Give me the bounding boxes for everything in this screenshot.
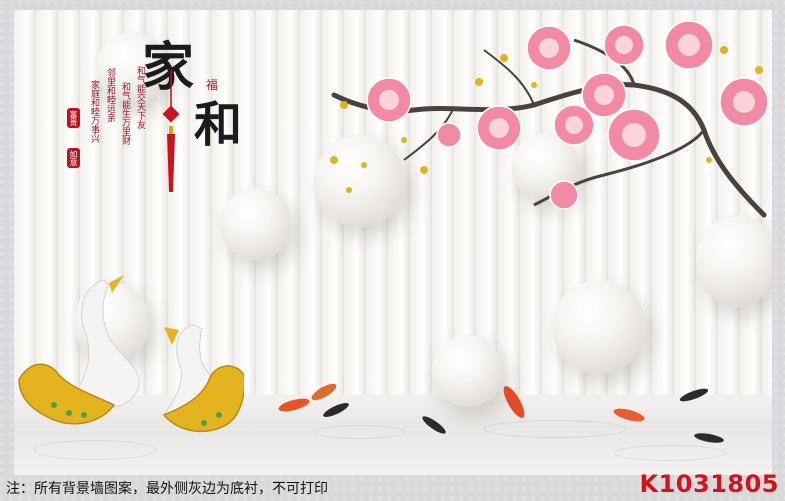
sphere (552, 280, 646, 374)
poem-line: 和气能交天下友 (135, 66, 145, 129)
poem-line: 家庭和睦万事兴 (89, 80, 99, 143)
printing-note: 注：所有背景墙图案，最外侧灰边为底衬，不可打印 (6, 481, 328, 497)
red-seal-fugui: 富贵 (67, 108, 80, 128)
sphere (696, 215, 772, 307)
poem-line: 和气能生万里财 (120, 82, 130, 145)
chinese-knot-icon (162, 70, 180, 192)
swan-icon (18, 275, 244, 433)
product-code: K1031805 (639, 470, 779, 498)
calligraphy-he: 和 (194, 97, 243, 153)
red-seal-ruyi: 如意 (67, 148, 80, 168)
mural-artwork: 家 福 和 和气能交天下友 和气能生万里财 邻里和睦远亲 家庭和睦万事兴 富贵 … (14, 10, 772, 475)
magnolia-flower-icon (330, 20, 769, 218)
poem-line: 邻里和睦远亲 (105, 68, 115, 122)
koi-fish-icon (278, 383, 724, 443)
sphere (220, 188, 292, 260)
